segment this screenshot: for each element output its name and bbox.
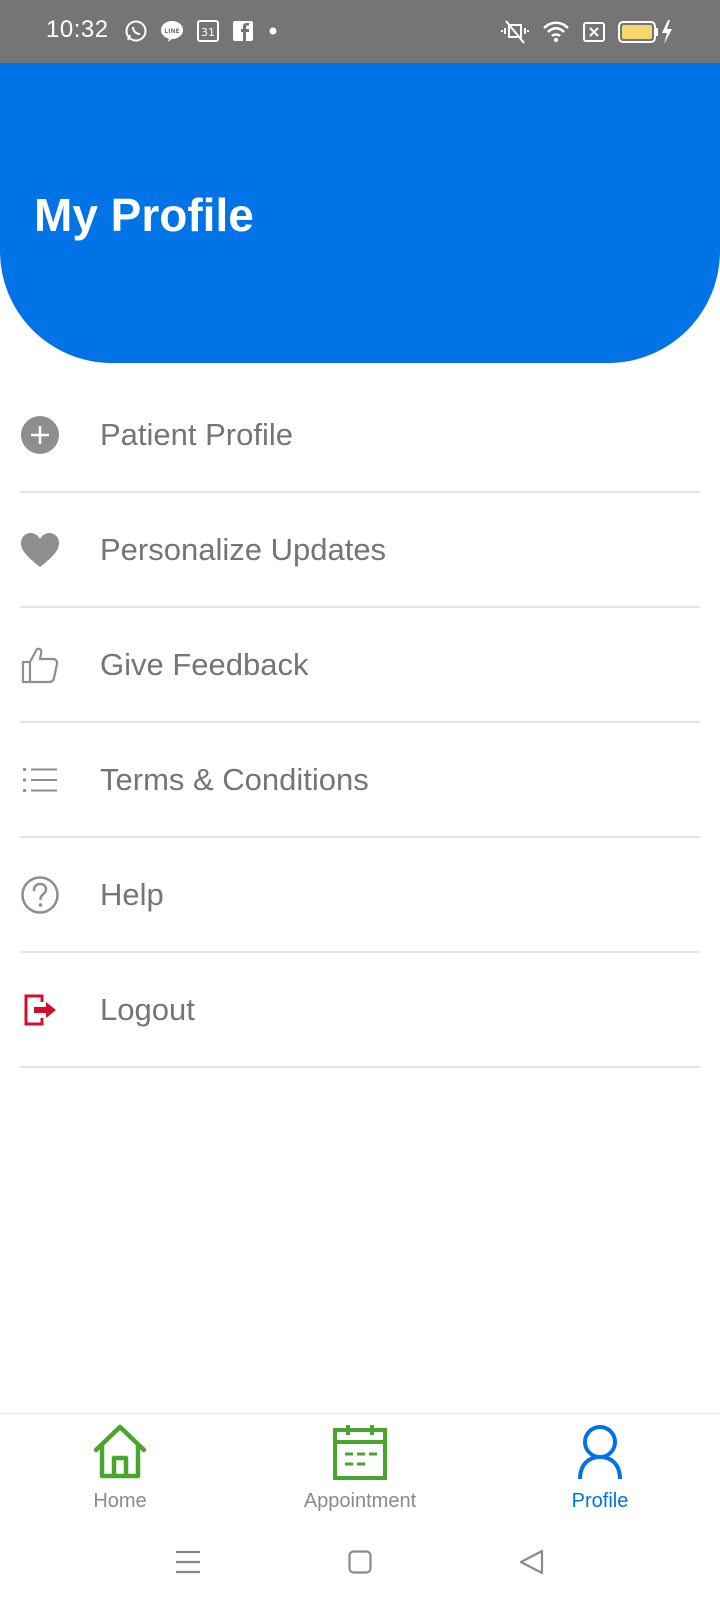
svg-text:31: 31 (201, 26, 215, 39)
calendar-icon (330, 1422, 390, 1482)
nav-home[interactable]: Home (20, 1414, 220, 1521)
back-triangle-icon[interactable] (512, 1542, 552, 1582)
line-icon: LINE (160, 19, 184, 43)
thumbs-up-icon (20, 645, 60, 685)
whatsapp-icon (124, 19, 148, 43)
menu-item-label: Give Feedback (100, 646, 309, 682)
page-title: My Profile (34, 189, 254, 241)
home-square-icon[interactable] (340, 1542, 380, 1582)
profile-header: My Profile (0, 63, 720, 363)
person-icon (570, 1422, 630, 1482)
battery-charging-icon (618, 19, 674, 45)
menu-item-patient-profile[interactable]: Patient Profile (20, 378, 700, 493)
menu-item-label: Logout (100, 991, 195, 1027)
menu-item-terms-conditions[interactable]: Terms & Conditions (20, 723, 700, 838)
menu-item-help[interactable]: Help (20, 838, 700, 953)
nav-appointment-label: Appointment (303, 1490, 417, 1512)
nav-home-label: Home (93, 1490, 147, 1512)
menu-icon[interactable] (168, 1542, 208, 1582)
dot-icon (266, 24, 280, 38)
sim-x-icon (582, 21, 606, 43)
menu-item-label: Patient Profile (100, 416, 293, 452)
svg-text:LINE: LINE (164, 28, 179, 35)
menu-item-label: Personalize Updates (100, 531, 387, 567)
menu-item-personalize-updates[interactable]: Personalize Updates (20, 493, 700, 608)
plus-circle-icon (20, 415, 60, 455)
home-icon (90, 1422, 150, 1482)
logout-icon (20, 990, 60, 1030)
system-navigation-bar (0, 1520, 720, 1600)
notification-icons: LINE 31 (124, 18, 280, 44)
menu-item-give-feedback[interactable]: Give Feedback (20, 608, 700, 723)
status-bar: 10:32 LINE 31 (0, 0, 720, 63)
calendar-31-icon: 31 (196, 19, 220, 43)
menu-item-logout[interactable]: Logout (20, 953, 700, 1068)
nav-appointment[interactable]: Appointment (260, 1414, 460, 1521)
system-status-icons (500, 18, 674, 46)
vibrate-mute-icon (500, 19, 530, 45)
menu-item-label: Terms & Conditions (100, 761, 369, 797)
nav-profile[interactable]: Profile (500, 1414, 700, 1521)
list-icon (20, 760, 60, 800)
status-time: 10:32 (46, 16, 109, 43)
profile-menu: Patient Profile Personalize Updates Give… (20, 378, 700, 1068)
help-circle-icon (20, 875, 60, 915)
heart-icon (20, 530, 60, 570)
nav-profile-label: Profile (571, 1490, 629, 1512)
facebook-icon (232, 20, 254, 42)
bottom-navigation: Home Appointment Profile (0, 1413, 720, 1520)
menu-item-label: Help (100, 876, 164, 912)
wifi-icon (542, 20, 570, 44)
